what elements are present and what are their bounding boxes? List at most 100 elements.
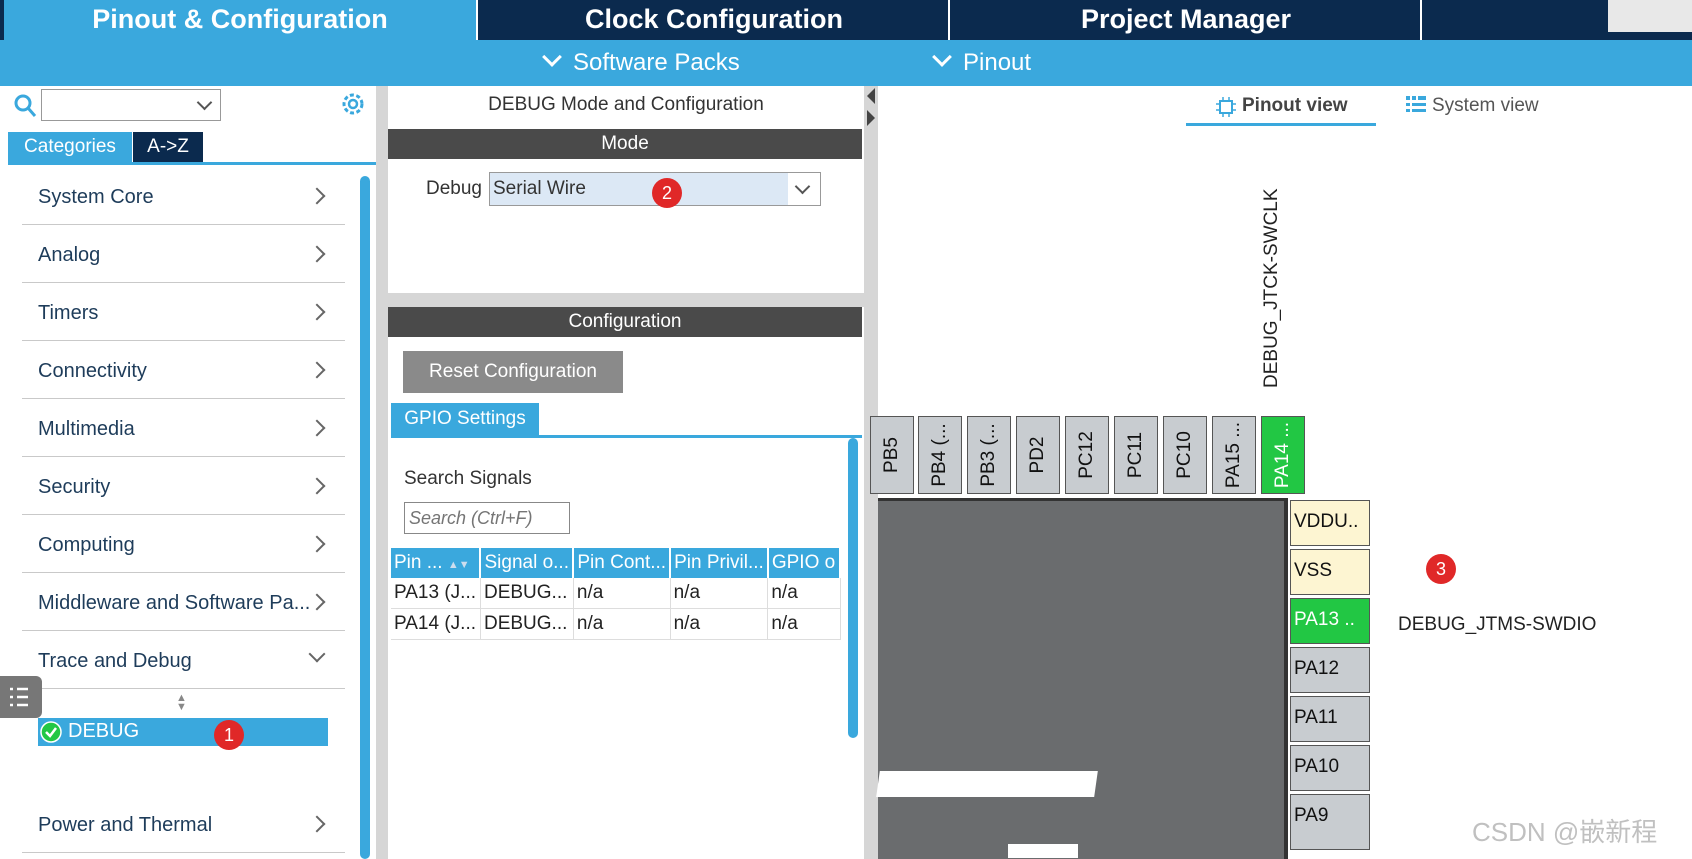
- category-middleware[interactable]: Middleware and Software Pa...: [22, 572, 345, 631]
- cell: n/a: [670, 578, 769, 609]
- chip-icon: [1216, 97, 1236, 117]
- cell: n/a: [573, 608, 671, 640]
- tab-gpio-settings[interactable]: GPIO Settings: [391, 403, 539, 435]
- pin-pa10[interactable]: PA10: [1290, 745, 1370, 791]
- reset-configuration-button[interactable]: Reset Configuration: [403, 351, 623, 393]
- tab-underline: [8, 162, 376, 165]
- category-label: Analog: [38, 244, 101, 266]
- chevron-down-icon: [932, 47, 952, 67]
- middle-scrollbar[interactable]: [848, 438, 858, 738]
- cell: n/a: [670, 608, 769, 640]
- mcu-chip-body: [876, 498, 1288, 859]
- pin-pb3[interactable]: PB3 (...: [967, 416, 1011, 494]
- tab-project-manager[interactable]: Project Manager: [948, 0, 1422, 40]
- cell: PA14 (J...: [391, 608, 481, 640]
- column-header-gpio[interactable]: GPIO o: [767, 548, 841, 578]
- search-signals-label: Search Signals: [404, 468, 532, 489]
- cell: DEBUG...: [480, 608, 574, 640]
- check-circle-icon: [40, 721, 62, 743]
- category-item-debug[interactable]: DEBUG: [38, 718, 328, 746]
- panel-title: DEBUG Mode and Configuration: [488, 94, 764, 115]
- pin-pc11[interactable]: PC11: [1114, 416, 1158, 494]
- pin-vss[interactable]: VSS: [1290, 549, 1370, 595]
- pin-pc12[interactable]: PC12: [1065, 416, 1109, 494]
- cell: PA13 (J...: [391, 578, 481, 609]
- pin-pa14[interactable]: PA14 ...: [1261, 416, 1305, 494]
- debug-label: DEBUG: [68, 720, 140, 742]
- panel-divider[interactable]: [376, 86, 388, 859]
- sub-menu-bar: Software Packs Pinout: [0, 40, 1692, 86]
- mode-header: Mode: [388, 129, 862, 159]
- top-tab-bar: Pinout & Configuration Clock Configurati…: [0, 0, 1692, 40]
- pin-vddusb[interactable]: VDDU..: [1290, 500, 1370, 546]
- sort-icon[interactable]: ▲ ▼: [176, 693, 187, 713]
- left-panel: Categories A->Z System Core Analog Timer…: [0, 86, 376, 859]
- collapse-arrows-icon[interactable]: [864, 86, 878, 146]
- category-label: Multimedia: [38, 418, 135, 440]
- chevron-right-icon: [308, 593, 326, 611]
- column-header-pin[interactable]: Pin ... ▲▼: [391, 548, 482, 578]
- left-scrollbar[interactable]: [360, 176, 370, 859]
- annotation-badge-1: 1: [214, 720, 244, 750]
- chevron-right-icon: [308, 361, 326, 379]
- window-controls: [1608, 0, 1692, 32]
- software-packs-menu[interactable]: Software Packs: [542, 40, 740, 86]
- pin-pa13[interactable]: PA13 ..: [1290, 598, 1370, 644]
- category-label: Computing: [38, 534, 135, 556]
- list-menu-icon[interactable]: [0, 676, 42, 718]
- pin-pa11[interactable]: PA11: [1290, 696, 1370, 742]
- tab-categories[interactable]: Categories: [8, 132, 132, 162]
- gear-icon[interactable]: [340, 91, 366, 117]
- pin-pa9[interactable]: PA9: [1290, 794, 1370, 850]
- table-row[interactable]: PA13 (J... DEBUG... n/a n/a n/a: [391, 578, 841, 609]
- category-analog[interactable]: Analog: [22, 224, 345, 283]
- pin-pa15[interactable]: PA15 ...: [1212, 416, 1256, 494]
- system-view-label: System view: [1432, 95, 1539, 116]
- pin-pc10[interactable]: PC10: [1163, 416, 1207, 494]
- cell: n/a: [767, 608, 841, 640]
- chevron-down-icon: [794, 178, 811, 195]
- category-search-combo[interactable]: [41, 89, 221, 121]
- chevron-right-icon: [308, 419, 326, 437]
- signal-label-swclk: DEBUG_JTCK-SWCLK: [1261, 188, 1282, 388]
- column-header-pin-context[interactable]: Pin Cont...: [573, 548, 672, 578]
- category-label: Trace and Debug: [38, 650, 192, 672]
- pin-pb4[interactable]: PB4 (...: [918, 416, 962, 494]
- tab-clock-configuration[interactable]: Clock Configuration: [476, 0, 950, 40]
- pinout-view-underline: [1186, 123, 1376, 126]
- search-icon: [14, 94, 37, 117]
- pin-pb5[interactable]: PB5: [870, 416, 914, 494]
- tab-system-view[interactable]: System view: [1402, 92, 1572, 122]
- category-timers[interactable]: Timers: [22, 282, 345, 341]
- pinout-menu[interactable]: Pinout: [932, 40, 1031, 86]
- chip-logo-mark: [876, 771, 1098, 797]
- tab-pinout-view[interactable]: Pinout view: [1186, 92, 1376, 126]
- category-computing[interactable]: Computing: [22, 514, 345, 573]
- table-row[interactable]: PA14 (J... DEBUG... n/a n/a n/a: [391, 608, 841, 640]
- category-power-and-thermal[interactable]: Power and Thermal: [22, 794, 345, 853]
- search-signals-input[interactable]: [404, 502, 570, 534]
- annotation-badge-3: 3: [1426, 554, 1456, 584]
- column-header-pin-privilege[interactable]: Pin Privil...: [670, 548, 769, 578]
- signals-table: Pin ... ▲▼ Signal o... Pin Cont... Pin P…: [391, 548, 841, 640]
- cell: DEBUG...: [480, 578, 574, 609]
- category-multimedia[interactable]: Multimedia: [22, 398, 345, 457]
- signals-table-wrapper: Pin ... ▲▼ Signal o... Pin Cont... Pin P…: [391, 548, 841, 688]
- cell: n/a: [767, 578, 841, 609]
- tab-pinout-configuration[interactable]: Pinout & Configuration: [4, 0, 476, 40]
- pin-pd2[interactable]: PD2: [1016, 416, 1060, 494]
- category-security[interactable]: Security: [22, 456, 345, 515]
- pin-pa12[interactable]: PA12: [1290, 647, 1370, 693]
- category-label: Middleware and Software Pa...: [38, 592, 311, 614]
- chevron-right-icon: [308, 187, 326, 205]
- column-header-signal[interactable]: Signal o...: [480, 548, 575, 578]
- annotation-badge-2: 2: [652, 178, 682, 208]
- category-system-core[interactable]: System Core: [22, 166, 345, 225]
- tab-a-z[interactable]: A->Z: [133, 132, 203, 162]
- middle-panel: DEBUG Mode and Configuration Mode Debug …: [388, 86, 864, 859]
- chevron-right-icon: [308, 245, 326, 263]
- category-trace-and-debug[interactable]: Trace and Debug: [22, 630, 345, 689]
- cell: n/a: [573, 578, 671, 609]
- sort-icon: ▲▼: [447, 559, 470, 571]
- category-connectivity[interactable]: Connectivity: [22, 340, 345, 399]
